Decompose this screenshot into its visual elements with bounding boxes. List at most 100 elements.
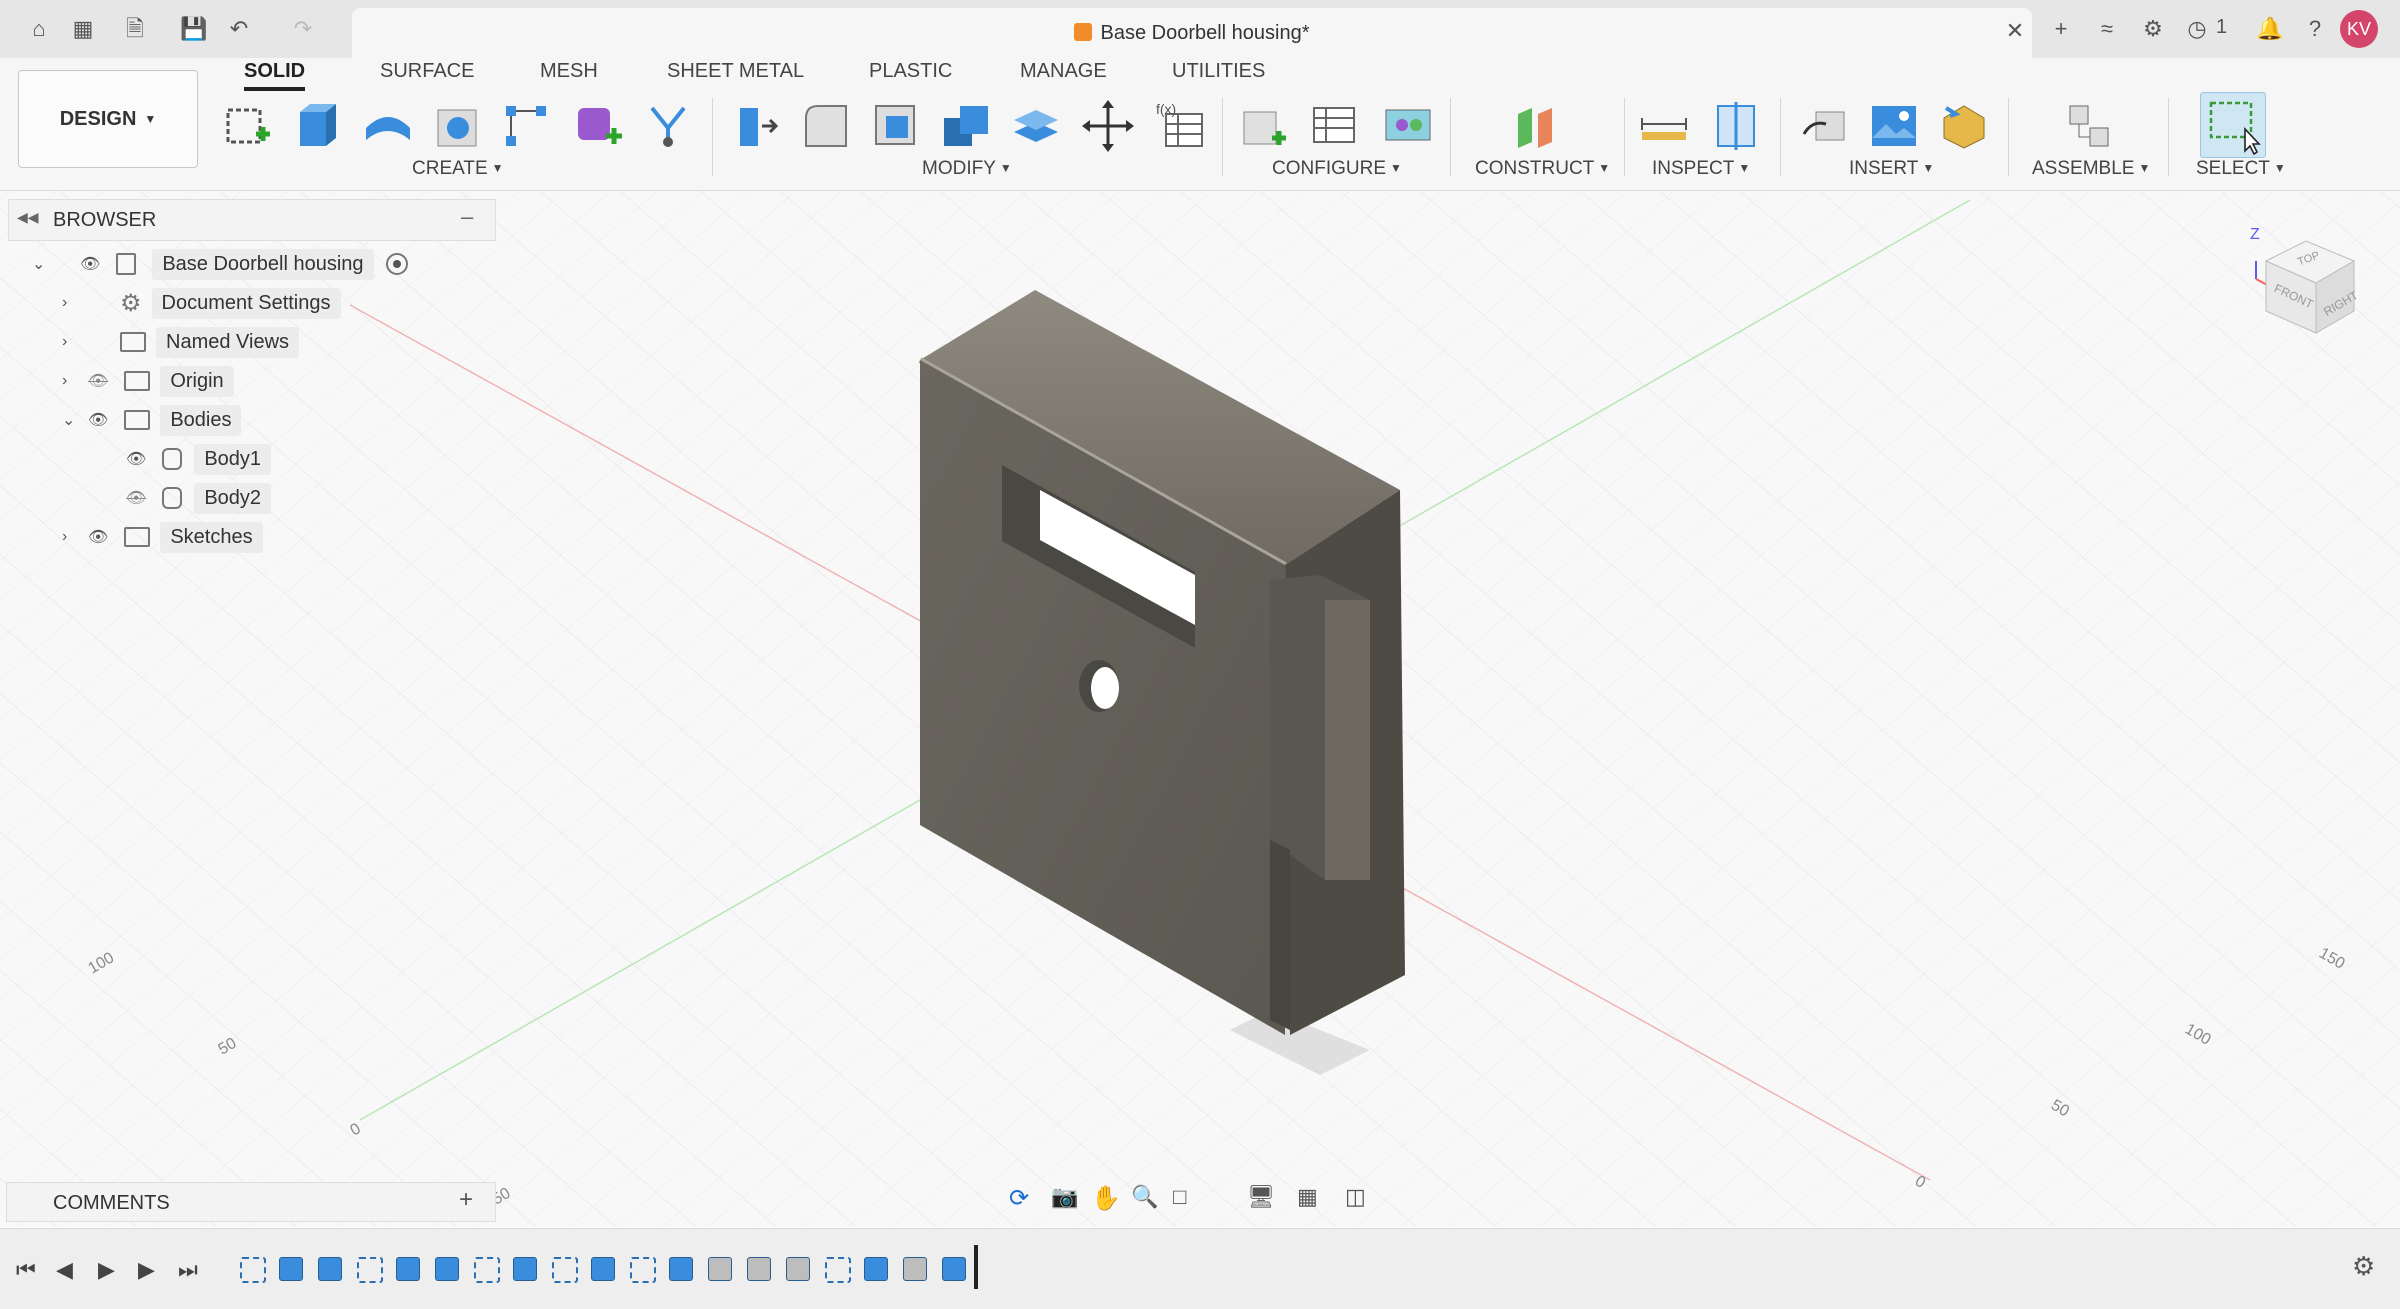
user-avatar[interactable]: KV: [2340, 10, 2378, 48]
tree-item-document-settings[interactable]: › ⚙ Document Settings: [62, 286, 341, 320]
timeline-extrude-feature[interactable]: [864, 1257, 888, 1281]
grid-settings-icon[interactable]: ▦: [1297, 1184, 1318, 1210]
orbit-icon[interactable]: ⟳: [1009, 1184, 1029, 1213]
tree-item-named-views[interactable]: › Named Views: [62, 325, 300, 359]
home-icon[interactable]: ⌂: [26, 16, 52, 42]
configuration-table-icon[interactable]: [1306, 98, 1362, 154]
eye-icon[interactable]: 👁: [88, 410, 108, 430]
extensions-icon[interactable]: ⚙: [2140, 16, 2166, 42]
look-at-icon[interactable]: 📷: [1051, 1184, 1078, 1210]
document-tab[interactable]: Base Doorbell housing* ✕: [352, 8, 2032, 58]
timeline-extrude-feature[interactable]: [396, 1257, 420, 1281]
timeline-next-icon[interactable]: ▶: [138, 1257, 155, 1283]
select-menu[interactable]: SELECT ▼: [2196, 158, 2286, 180]
comments-panel[interactable]: COMMENTS +: [6, 1182, 496, 1222]
add-comment-icon[interactable]: +: [459, 1186, 473, 1214]
measure-icon[interactable]: [1636, 98, 1692, 154]
new-component-icon[interactable]: [2062, 98, 2118, 154]
timeline-sketch-feature[interactable]: [825, 1257, 851, 1283]
hole-icon[interactable]: [430, 98, 486, 154]
tree-item-sketches[interactable]: › 👁 Sketches: [62, 520, 263, 554]
timeline-sketch-feature[interactable]: [630, 1257, 656, 1283]
timeline-extrude-feature[interactable]: [513, 1257, 537, 1281]
move-icon[interactable]: [1080, 98, 1136, 154]
tab-surface[interactable]: SURFACE: [380, 60, 474, 83]
insert-mesh-icon[interactable]: [1936, 98, 1992, 154]
apps-grid-icon[interactable]: ▦: [70, 16, 96, 42]
timeline-extrude-feature[interactable]: [279, 1257, 303, 1281]
timeline-settings-icon[interactable]: ⚙: [2352, 1251, 2375, 1282]
modify-menu[interactable]: MODIFY ▼: [922, 158, 1012, 180]
undo-icon[interactable]: ↶: [226, 16, 252, 42]
timeline-sketch-feature[interactable]: [552, 1257, 578, 1283]
insert-derive-icon[interactable]: [1798, 98, 1854, 154]
chevron-right-icon[interactable]: ›: [62, 528, 86, 546]
minimize-browser-icon[interactable]: –: [461, 204, 473, 230]
chevron-down-icon[interactable]: ⌄: [62, 410, 86, 430]
assemble-menu[interactable]: ASSEMBLE ▼: [2032, 158, 2150, 180]
select-tool-button[interactable]: [2200, 92, 2266, 158]
timeline-extrude-feature[interactable]: [669, 1257, 693, 1281]
viewports-icon[interactable]: ◫: [1345, 1184, 1366, 1210]
pattern-icon[interactable]: [500, 98, 556, 154]
save-icon[interactable]: 💾: [180, 16, 207, 42]
tab-plastic[interactable]: PLASTIC: [869, 60, 952, 83]
tab-mesh[interactable]: MESH: [540, 60, 598, 83]
timeline-last-icon[interactable]: ⏭: [178, 1257, 198, 1283]
section-analysis-icon[interactable]: [1708, 98, 1764, 154]
eye-icon[interactable]: 👁: [88, 527, 108, 547]
timeline-chamfer-feature[interactable]: [903, 1257, 927, 1281]
tab-manage[interactable]: MANAGE: [1020, 60, 1107, 83]
timeline-sketch-feature[interactable]: [474, 1257, 500, 1283]
timeline-sketch-feature[interactable]: [357, 1257, 383, 1283]
eye-hidden-icon[interactable]: 👁: [126, 488, 146, 508]
create-menu[interactable]: CREATE ▼: [412, 158, 504, 180]
offset-face-icon[interactable]: [1008, 98, 1064, 154]
insert-menu[interactable]: INSERT ▼: [1849, 158, 1934, 180]
tree-item-bodies[interactable]: ⌄ 👁 Bodies: [62, 403, 242, 437]
data-panel-icon[interactable]: ≈: [2094, 16, 2120, 42]
timeline-marker[interactable]: [974, 1245, 978, 1289]
extrude-icon[interactable]: [290, 98, 346, 154]
configure-icon[interactable]: [1236, 98, 1292, 154]
construct-menu[interactable]: CONSTRUCT ▼: [1475, 158, 1610, 180]
browser-root[interactable]: ⌄ 👁 Base Doorbell housing: [32, 247, 408, 281]
chevron-down-icon[interactable]: ⌄: [32, 254, 54, 274]
help-icon[interactable]: ?: [2302, 16, 2328, 42]
tree-item-origin[interactable]: › 👁 Origin: [62, 364, 234, 398]
job-status-icon[interactable]: ◷: [2184, 16, 2210, 42]
fit-icon[interactable]: □: [1173, 1184, 1186, 1210]
eye-icon[interactable]: 👁: [80, 254, 100, 274]
insert-canvas-icon[interactable]: [1866, 98, 1922, 154]
tab-solid[interactable]: SOLID: [244, 60, 306, 91]
workspace-switcher[interactable]: DESIGN ▼: [18, 70, 198, 168]
activate-component-icon[interactable]: [385, 253, 408, 275]
tab-utilities[interactable]: UTILITIES: [1172, 60, 1265, 83]
display-settings-icon[interactable]: 🖥: [1247, 1184, 1275, 1210]
view-cube[interactable]: Z X TOP FRONT RIGHT: [2236, 221, 2386, 371]
timeline-fillet-feature[interactable]: [786, 1257, 810, 1281]
new-tab-icon[interactable]: +: [2048, 16, 2074, 42]
timeline-extrude-feature[interactable]: [942, 1257, 966, 1281]
fillet-icon[interactable]: [798, 98, 854, 154]
configuration-rules-icon[interactable]: [1380, 98, 1436, 154]
chevron-right-icon[interactable]: ›: [62, 333, 86, 351]
shell-icon[interactable]: [868, 98, 924, 154]
timeline-previous-icon[interactable]: ◀: [56, 1257, 73, 1283]
grid-canvas[interactable]: 100 50 0 50 150 100 50 0: [0, 191, 2400, 1227]
timeline-extrude-feature[interactable]: [318, 1257, 342, 1281]
revolve-icon[interactable]: [360, 98, 416, 154]
timeline-extrude-feature[interactable]: [435, 1257, 459, 1281]
timeline-play-icon[interactable]: ▶: [98, 1257, 115, 1283]
tab-sheet-metal[interactable]: SHEET METAL: [667, 60, 804, 83]
timeline-extrude-feature[interactable]: [591, 1257, 615, 1281]
timeline-fillet-feature[interactable]: [747, 1257, 771, 1281]
tree-item-body2[interactable]: 👁 Body2: [126, 481, 272, 515]
combine-icon[interactable]: [938, 98, 994, 154]
file-menu-icon[interactable]: 🗎: [122, 16, 148, 42]
canvas-viewport[interactable]: 100 50 0 50 150 100 50 0 Z X TOP FRONT R…: [0, 191, 2400, 1227]
configure-menu[interactable]: CONFIGURE ▼: [1272, 158, 1402, 180]
create-sketch-icon[interactable]: [220, 98, 276, 154]
timeline-fillet-feature[interactable]: [708, 1257, 732, 1281]
derive-icon[interactable]: [640, 98, 696, 154]
